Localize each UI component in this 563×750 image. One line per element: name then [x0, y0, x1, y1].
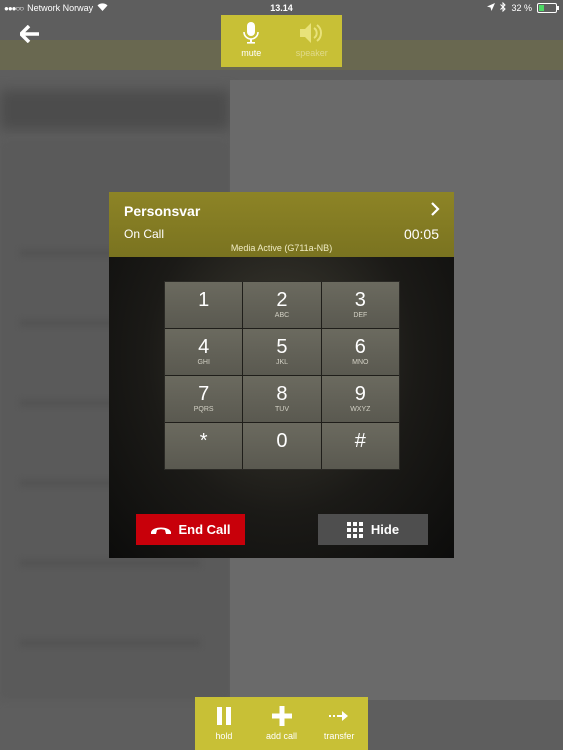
clock: 13.14	[270, 3, 293, 13]
plus-icon	[271, 706, 292, 726]
call-panel: Personsvar On Call 00:05 Media Active (G…	[109, 192, 454, 558]
key-4[interactable]: 4 GHI	[165, 329, 243, 375]
media-status: Media Active (G711a-NB)	[230, 243, 333, 253]
key-2[interactable]: 2 ABC	[243, 282, 321, 328]
key-9[interactable]: 9 WXYZ	[321, 376, 399, 422]
key-8[interactable]: 8 TUV	[243, 376, 321, 422]
status-bar: ●●●○○ Network Norway 13.14 32 %	[0, 0, 563, 16]
audio-controls: mute speaker	[221, 15, 342, 67]
background-line	[20, 560, 200, 566]
back-arrow-icon	[19, 24, 39, 44]
bluetooth-icon	[500, 1, 507, 14]
hold-button[interactable]: hold	[195, 697, 253, 750]
transfer-label: transfer	[323, 731, 355, 741]
key-star[interactable]: *	[165, 423, 243, 469]
hold-label: hold	[215, 731, 233, 741]
hide-keypad-button[interactable]: Hide	[318, 514, 428, 545]
keypad-grid-icon	[346, 521, 363, 538]
chevron-right-icon[interactable]	[430, 202, 440, 221]
speaker-button[interactable]: speaker	[282, 15, 343, 67]
pause-icon	[216, 707, 231, 725]
mute-label: mute	[241, 48, 262, 58]
call-actions: hold add call transfer	[195, 697, 368, 750]
mute-button[interactable]: mute	[221, 15, 282, 67]
speaker-label: speaker	[295, 48, 328, 58]
key-0[interactable]: 0	[243, 423, 321, 469]
location-icon	[487, 3, 496, 13]
add-call-button[interactable]: add call	[253, 697, 311, 750]
speaker-icon	[299, 23, 322, 43]
transfer-arrow-icon	[329, 711, 349, 721]
background-block	[0, 90, 230, 130]
battery-percent: 32 %	[511, 3, 532, 13]
hide-label: Hide	[370, 522, 400, 537]
key-6[interactable]: 6 MNO	[321, 329, 399, 375]
call-header[interactable]: Personsvar On Call 00:05 Media Active (G…	[109, 192, 454, 257]
background-line	[20, 640, 200, 646]
battery-icon	[537, 3, 559, 13]
microphone-icon	[243, 22, 260, 44]
back-button[interactable]	[19, 24, 44, 48]
end-call-button[interactable]: End Call	[136, 514, 245, 545]
dial-keypad: 1 2 ABC 3 DEF 4 GHI 5 JKL 6 MNO 7 PQRS 8 TUV 9W…	[164, 281, 400, 470]
hang-up-icon	[151, 527, 172, 534]
key-5[interactable]: 5 JKL	[243, 329, 321, 375]
add-call-label: add call	[265, 731, 298, 741]
call-status: On Call	[124, 227, 165, 241]
key-3[interactable]: 3 DEF	[321, 282, 399, 328]
caller-name: Personsvar	[124, 203, 201, 219]
key-hash[interactable]: #	[321, 423, 399, 469]
end-call-label: End Call	[178, 522, 231, 537]
transfer-button[interactable]: transfer	[310, 697, 368, 750]
key-1[interactable]: 1	[165, 282, 243, 328]
call-timer: 00:05	[403, 226, 439, 242]
key-7[interactable]: 7 PQRS	[165, 376, 243, 422]
